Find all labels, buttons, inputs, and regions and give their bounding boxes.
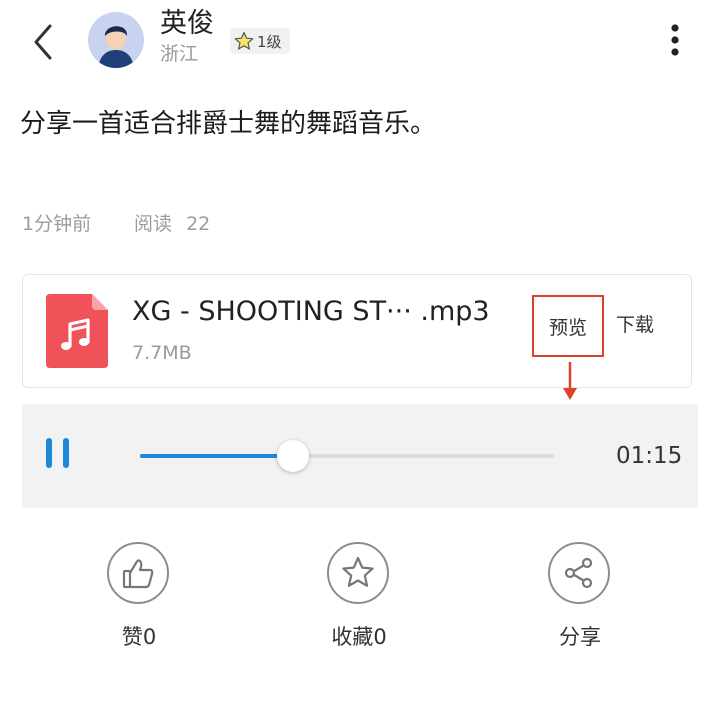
file-size: 7.7MB [132,342,192,364]
share-action[interactable]: 分享 [520,542,640,652]
preview-button-label: 预览 [548,316,587,339]
user-location: 浙江 [160,43,199,65]
chevron-left-icon [34,24,52,60]
favorite-button[interactable] [327,542,389,604]
favorite-text: 收藏 [331,625,374,649]
like-label: 赞0 [79,622,199,652]
more-vertical-icon [671,24,679,56]
download-button[interactable]: 下载 [616,310,654,340]
star-outline-icon [342,556,374,587]
playback-time: 01:15 [616,443,683,469]
like-text: 赞 [121,625,143,649]
favorite-action[interactable]: 收藏0 [299,542,419,652]
share-label: 分享 [559,625,601,649]
progress-fill [140,454,293,458]
more-options-button[interactable] [662,18,688,62]
username[interactable]: 英俊 [160,8,214,40]
favorite-count: 0 [373,625,387,649]
user-level-badge: 1级 [230,28,290,54]
pause-icon [46,438,69,468]
read-count-value: 22 [186,213,211,235]
share-icon [564,557,593,589]
user-level-text: 1级 [257,32,282,51]
read-count-label: 阅读 [134,213,173,235]
arrow-down-icon [560,362,580,402]
back-button[interactable] [24,20,64,64]
file-name: XG - SHOOTING ST··· .mp3 [132,296,490,327]
post-content: 分享一首适合排爵士舞的舞蹈音乐。 [20,109,437,139]
avatar[interactable] [88,12,144,68]
user-avatar-icon [88,12,144,68]
share-button[interactable] [548,542,610,604]
star-icon [234,31,254,50]
preview-button[interactable]: 预览 [532,295,604,357]
post-time: 1分钟前 [22,213,92,235]
like-button[interactable] [107,542,169,604]
music-file-icon [46,294,108,368]
like-count: 0 [142,625,157,649]
read-count: 阅读 22 [134,210,210,238]
thumbs-up-icon [122,559,154,589]
pause-button[interactable] [44,436,72,470]
progress-slider-handle[interactable] [277,440,309,472]
like-action[interactable]: 赞0 [79,542,199,652]
favorite-label: 收藏0 [299,622,419,652]
